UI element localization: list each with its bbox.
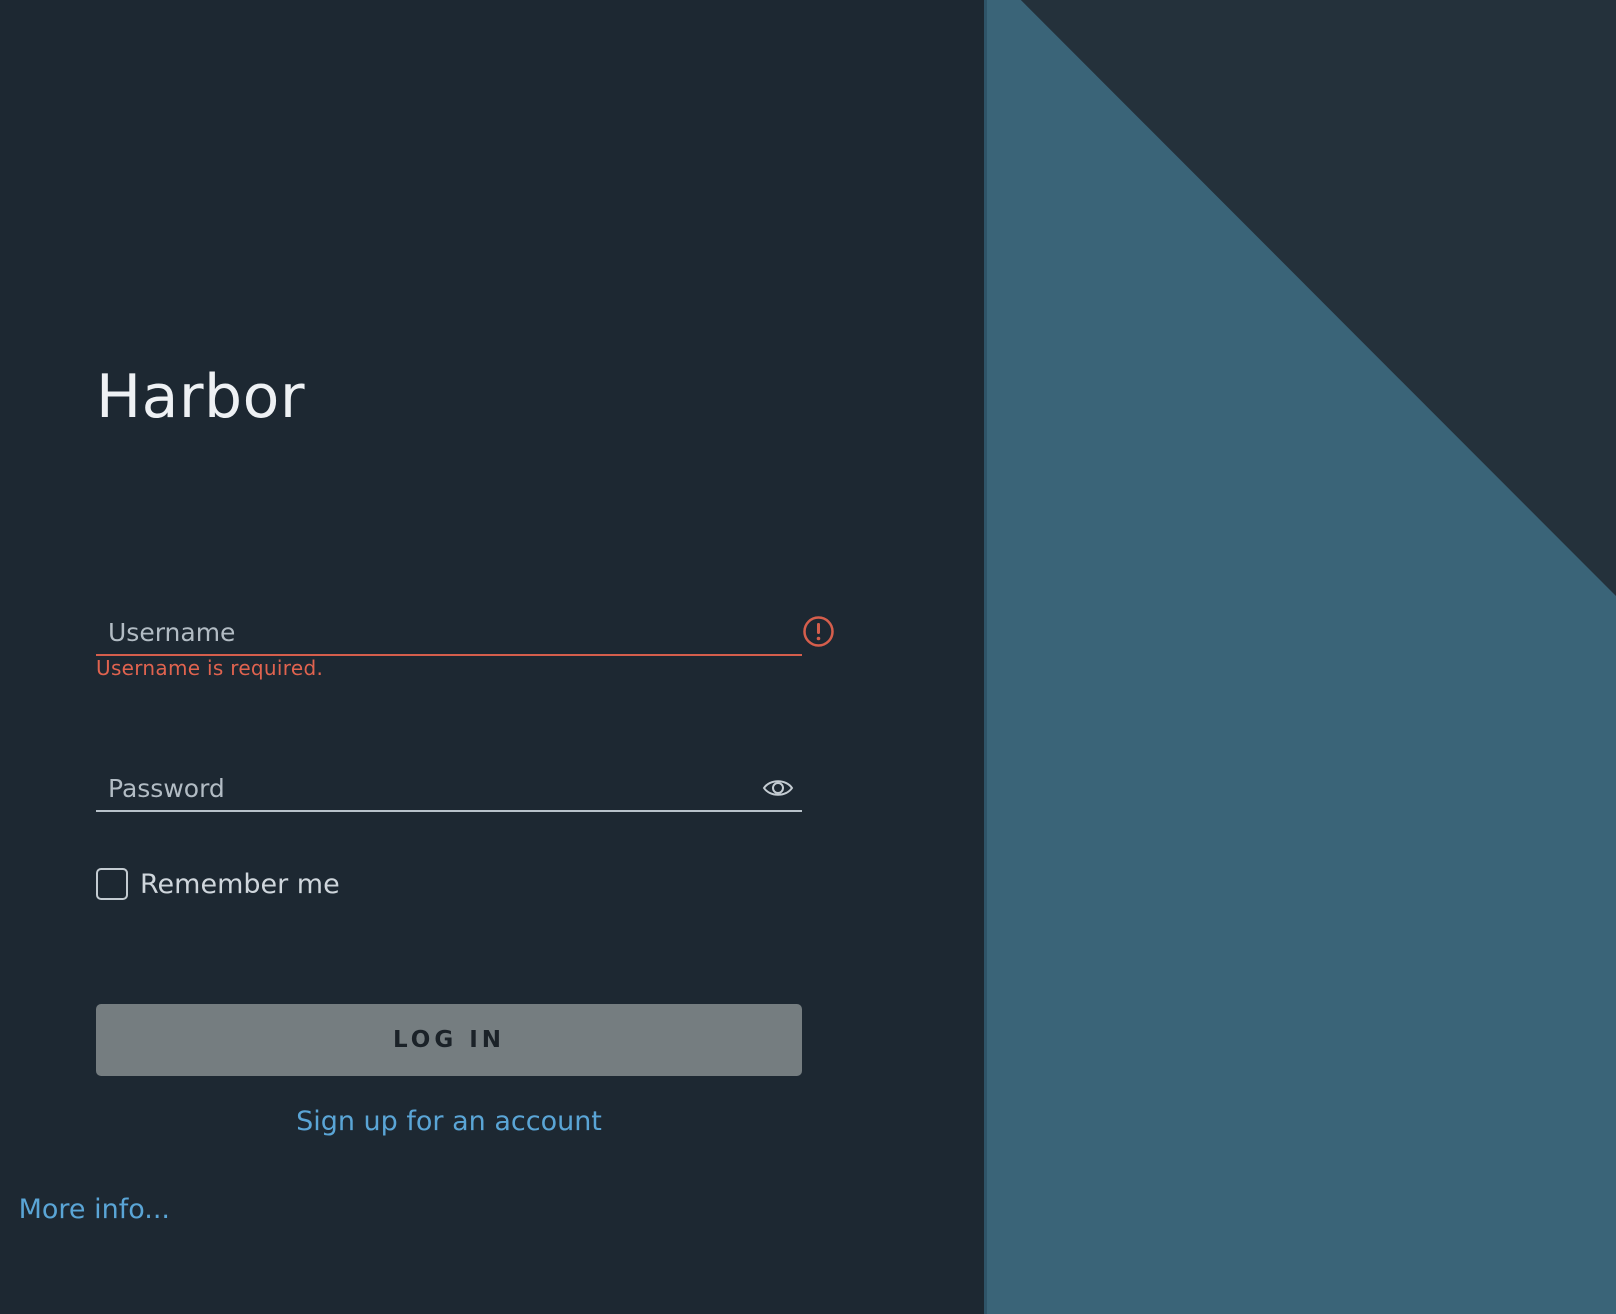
- remember-me-label: Remember me: [140, 868, 340, 900]
- background-artwork: [984, 0, 1616, 1314]
- login-panel: Harbor Username is required. Remember me…: [0, 0, 984, 1314]
- eye-icon[interactable]: [762, 776, 794, 800]
- decorative-triangle: [1020, 0, 1616, 596]
- login-button[interactable]: LOG IN: [96, 1004, 802, 1076]
- username-error-message: Username is required.: [96, 656, 324, 680]
- password-field-wrapper: [96, 766, 802, 812]
- exclamation-circle-icon: [803, 616, 834, 647]
- remember-me-checkbox[interactable]: Remember me: [96, 868, 340, 900]
- username-input[interactable]: [96, 610, 802, 654]
- more-info-link[interactable]: More info...: [19, 1194, 170, 1225]
- password-input[interactable]: [96, 766, 802, 810]
- signup-link[interactable]: Sign up for an account: [96, 1106, 802, 1137]
- app-title: Harbor: [96, 362, 306, 432]
- username-field-wrapper: [96, 610, 802, 656]
- checkbox-box[interactable]: [96, 868, 128, 900]
